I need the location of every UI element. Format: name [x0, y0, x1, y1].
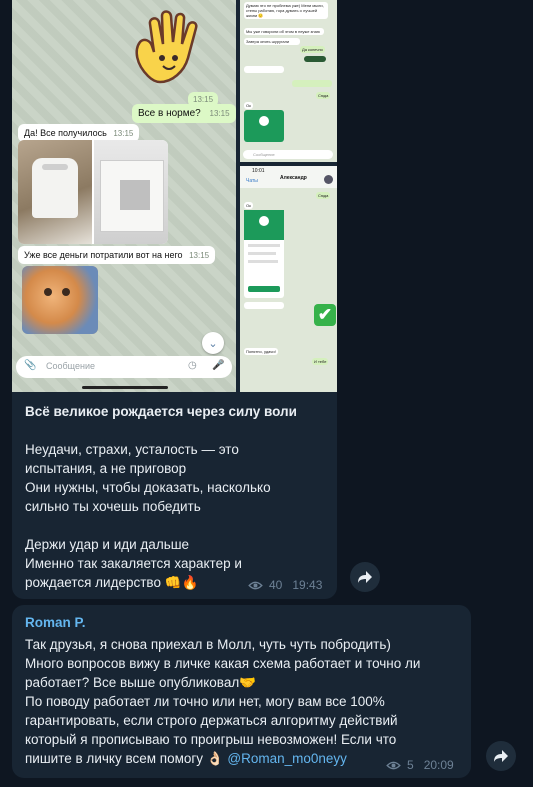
message-bubble-1: 13:15 Все в норме? 13:15 Да! Все получил…: [12, 0, 337, 599]
incoming-text-1: Да! Все получилось: [24, 128, 107, 138]
mini-bubble-3: Завтра опять шуругали: [244, 38, 300, 45]
message-2-text: Так друзья, я снова приехал в Молл, чуть…: [25, 635, 465, 768]
message-input-placeholder[interactable]: Сообщение: [46, 361, 95, 371]
message-time: 19:43: [292, 578, 323, 592]
outgoing-bubble: Все в норме? 13:15: [132, 104, 236, 123]
mini-bubble-7: Сюда: [316, 92, 331, 99]
photo-air-purifier[interactable]: [18, 140, 92, 244]
mic-icon[interactable]: 🎤: [212, 360, 224, 371]
incoming-time-1: 13:15: [113, 129, 134, 138]
message-1-text: Всё великое рождается через силу воли Не…: [25, 402, 330, 592]
message-1-meta: 40 19:43: [248, 578, 322, 592]
attach-icon[interactable]: 📎: [24, 360, 36, 371]
home-indicator: [82, 386, 168, 389]
mini-bubble-8: Ок: [244, 102, 253, 109]
mini-bubble-1: Думаю это не проблема уже) Мени мыли, ст…: [244, 2, 328, 19]
mini-payment-card: [244, 110, 284, 142]
message-2-line: Много вопросов вижу в личке какая схема …: [25, 656, 421, 671]
message-1-line: Именно так закаляется характер и: [25, 556, 242, 571]
views-count: 5: [407, 758, 414, 772]
mini-bubble-2: Мы уже говорили об этом в неуже знаю: [244, 28, 324, 35]
message-2-line: работает? Все выше опубликовал🤝: [25, 675, 257, 690]
message-time: 20:09: [423, 758, 454, 772]
sticker-icon[interactable]: ◷: [188, 360, 197, 371]
message-input-bar[interactable]: 📎 Сообщение ◷ 🎤: [16, 356, 232, 378]
forward-icon: [358, 571, 372, 583]
incoming-bubble-2: Уже все деньги потратили вот на него 13:…: [18, 246, 216, 264]
chevron-down-icon: ⌄: [208, 337, 218, 350]
mention-link[interactable]: @Roman_mo0neyy: [227, 751, 347, 766]
mini-bubble-4: Да конечно: [300, 46, 325, 53]
message-2-line: гарантировать, если строго держаться алг…: [25, 713, 398, 728]
forward-icon: [494, 750, 508, 762]
message-1-title: Всё великое рождается через силу воли: [25, 404, 297, 419]
eye-icon: [248, 581, 263, 589]
mini-rb-bubble-4: Понятно, удачи!: [244, 348, 278, 355]
mini-rb-payment: [244, 210, 284, 298]
screenshot-right-bottom[interactable]: 10:01 Чаты Александр Сюда Ок ✔ Понятно, …: [240, 166, 337, 392]
mini-rb-bubble-3: [244, 302, 284, 309]
incoming-time-2: 13:15: [189, 251, 210, 260]
message-1-line: Держи удар и иди дальше: [25, 537, 190, 552]
message-2-line: По поводу работает ли точно или нет, мог…: [25, 694, 385, 709]
mini-chat-header: 10:01 Чаты Александр: [240, 166, 337, 188]
hand-emoji-icon: [135, 10, 198, 84]
message-1-line: сильно ты хочешь победить: [25, 499, 201, 514]
message-bubble-2: Roman P. Так друзья, я снова приехал в М…: [12, 605, 471, 778]
photo-box[interactable]: [94, 140, 168, 244]
forward-button[interactable]: [486, 741, 516, 771]
outgoing-time: 13:15: [209, 109, 230, 118]
message-2-line: который я прописываю то проигрыш невозмо…: [25, 732, 397, 747]
scroll-down-button[interactable]: ⌄: [202, 332, 224, 354]
mini-rb-bubble-1: Сюда: [316, 192, 331, 199]
message-2-meta: 5 20:09: [386, 758, 454, 772]
mini-rb-bubble-2: Ок: [244, 202, 253, 209]
sender-name[interactable]: Roman P.: [25, 615, 86, 630]
message-1-line: испытания, а не приговор: [25, 461, 187, 476]
photo-album[interactable]: [18, 140, 168, 244]
forward-button[interactable]: [350, 562, 380, 592]
mini-input-bar: Сообщение: [243, 150, 333, 159]
screenshot-left[interactable]: 13:15 Все в норме? 13:15 Да! Все получил…: [12, 0, 236, 392]
eye-icon: [386, 761, 401, 769]
mini-bubble-6: [292, 80, 332, 87]
incoming-text-2: Уже все деньги потратили вот на него: [24, 250, 183, 260]
message-2-line: пишите в личку всем помогу 👌🏻: [25, 751, 228, 766]
mini-voice: [304, 56, 326, 62]
photo-kitten[interactable]: [22, 266, 98, 334]
message-1-line: Они нужны, чтобы доказать, насколько: [25, 480, 271, 495]
views-count: 40: [269, 578, 283, 592]
screenshot-right-top[interactable]: Думаю это не проблема уже) Мени мыли, ст…: [240, 0, 337, 162]
message-2-line: Так друзья, я снова приехал в Молл, чуть…: [25, 637, 391, 652]
check-emoji-icon: ✔: [314, 304, 336, 326]
mini-rb-bubble-5: И тебе: [312, 358, 329, 365]
mini-bubble-5: [244, 66, 284, 73]
message-1-line: Неудачи, страхи, усталость — это: [25, 442, 239, 457]
outgoing-text: Все в норме?: [138, 108, 201, 119]
